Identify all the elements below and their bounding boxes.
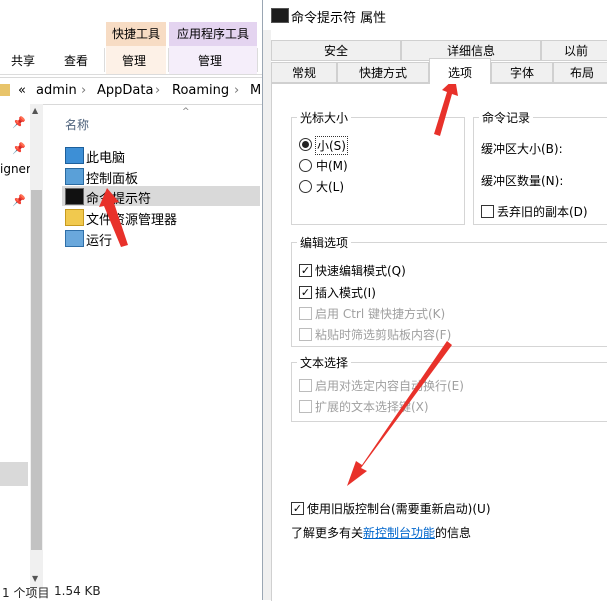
- annotation-arrows: [99, 78, 458, 486]
- annotation-arrow-legacy-console: [347, 341, 452, 486]
- annotation-arrow-options-tab: [434, 78, 458, 136]
- tab-options[interactable]: 选项: [429, 58, 491, 84]
- annotation-arrow-cmd: [99, 188, 128, 247]
